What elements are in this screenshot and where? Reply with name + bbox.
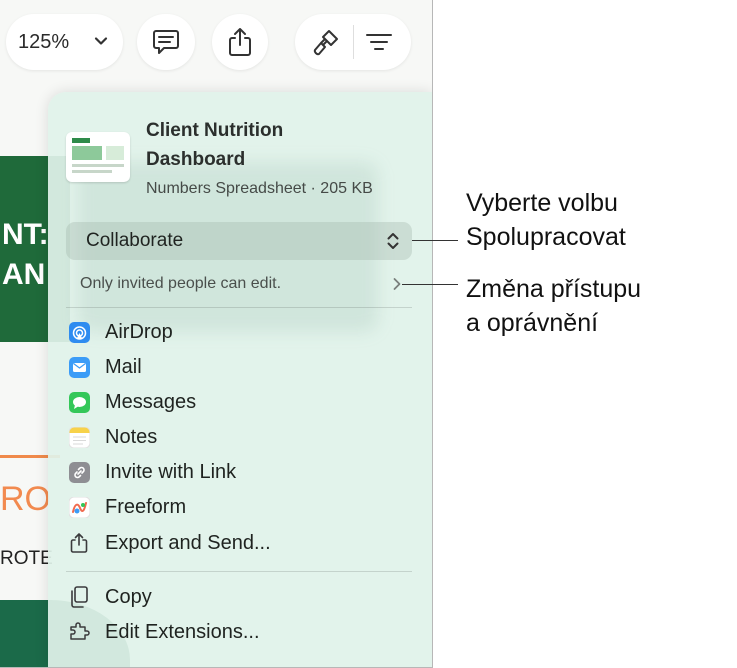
document-thumbnail bbox=[66, 132, 130, 182]
share-item-export[interactable]: Export and Send... bbox=[68, 530, 271, 556]
mail-icon bbox=[68, 356, 90, 378]
small-heading: ROTE bbox=[0, 548, 53, 569]
zoom-button[interactable]: 125% bbox=[6, 14, 123, 70]
share-item-label: Invite with Link bbox=[105, 460, 237, 483]
copy-label: Copy bbox=[105, 585, 152, 608]
organize-icon[interactable] bbox=[365, 32, 393, 52]
freeform-icon bbox=[68, 496, 90, 518]
zoom-value: 125% bbox=[18, 30, 70, 53]
comment-button[interactable] bbox=[137, 14, 195, 70]
access-permissions-link[interactable]: Only invited people can edit. bbox=[80, 275, 281, 293]
edit-extensions-label: Edit Extensions... bbox=[105, 620, 260, 643]
callout-collaborate: Vyberte volbu Spolupracovat bbox=[466, 186, 626, 254]
callout-leader-collaborate bbox=[412, 240, 458, 241]
callout-collaborate-line-1: Vyberte volbu bbox=[466, 189, 618, 217]
document-title: Client Nutrition Dashboard bbox=[146, 116, 346, 174]
share-item-notes[interactable]: Notes bbox=[68, 424, 157, 450]
share-item-messages[interactable]: Messages bbox=[68, 389, 196, 415]
separator bbox=[66, 307, 412, 308]
screenshot: NT: AN RO ROTE 125% Client Nutrition Das… bbox=[0, 0, 433, 668]
format-toolbar-group bbox=[295, 14, 411, 70]
document-meta: Numbers Spreadsheet · 205 KB bbox=[146, 180, 373, 197]
messages-icon bbox=[68, 391, 90, 413]
callout-access: Změna přístupu a oprávnění bbox=[466, 272, 641, 340]
separator bbox=[66, 571, 412, 572]
share-item-mail[interactable]: Mail bbox=[68, 354, 142, 380]
callout-access-line-1: Změna přístupu bbox=[466, 275, 642, 303]
document-title-line-1: Client Nutrition bbox=[146, 120, 284, 141]
share-item-label: Export and Send... bbox=[105, 531, 271, 554]
link-icon bbox=[68, 461, 90, 483]
share-item-label: Mail bbox=[105, 355, 142, 378]
share-popover: Client Nutrition Dashboard Numbers Sprea… bbox=[48, 92, 432, 667]
chevron-updown-icon bbox=[387, 233, 399, 249]
callout-leader-access bbox=[402, 284, 458, 285]
callout-collaborate-line-2: Spolupracovat bbox=[466, 223, 626, 251]
airdrop-icon bbox=[68, 321, 90, 343]
paintbrush-icon[interactable] bbox=[311, 27, 341, 57]
share-item-label: AirDrop bbox=[105, 320, 173, 343]
chevron-right-icon[interactable] bbox=[392, 277, 402, 291]
share-item-invite-link[interactable]: Invite with Link bbox=[68, 459, 236, 485]
header-text-2: AN bbox=[2, 258, 46, 291]
notes-icon bbox=[68, 426, 90, 448]
share-item-label: Messages bbox=[105, 390, 197, 413]
copy-icon bbox=[68, 586, 90, 608]
share-item-label: Notes bbox=[105, 425, 158, 448]
copy-button[interactable]: Copy bbox=[68, 584, 152, 610]
share-item-freeform[interactable]: Freeform bbox=[68, 494, 186, 520]
export-icon bbox=[68, 532, 90, 554]
callout-access-line-2: a oprávnění bbox=[466, 309, 599, 337]
collaborate-popup[interactable]: Collaborate bbox=[66, 222, 412, 260]
comment-icon bbox=[153, 30, 179, 54]
orange-heading: RO bbox=[0, 480, 51, 518]
share-button[interactable] bbox=[212, 14, 268, 70]
toolbar-divider bbox=[352, 25, 354, 59]
extensions-icon bbox=[68, 621, 90, 643]
share-item-label: Freeform bbox=[105, 495, 187, 518]
share-item-airdrop[interactable]: AirDrop bbox=[68, 319, 173, 345]
share-icon bbox=[229, 28, 251, 56]
edit-extensions-button[interactable]: Edit Extensions... bbox=[68, 619, 260, 645]
header-text-1: NT: bbox=[2, 218, 49, 251]
chevron-down-icon bbox=[94, 37, 108, 45]
document-title-line-2: Dashboard bbox=[146, 149, 246, 170]
collaborate-label: Collaborate bbox=[86, 230, 184, 251]
